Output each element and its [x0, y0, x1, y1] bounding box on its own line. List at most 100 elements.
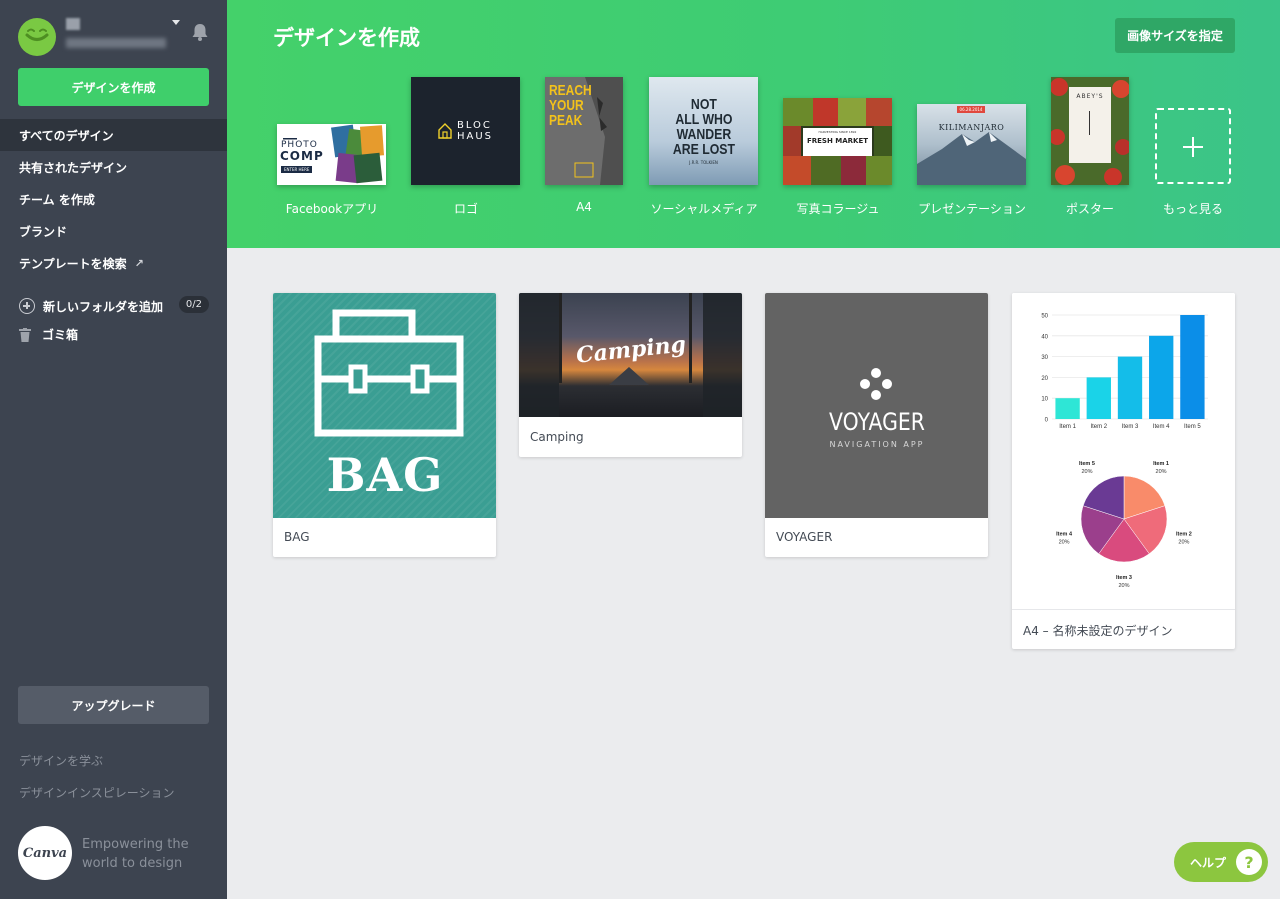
x-tick-label: Item 5 [1184, 424, 1201, 430]
pie-label: Item 4 [1056, 531, 1073, 537]
design-caption: VOYAGER [776, 530, 833, 544]
sidebar-item-all-designs[interactable]: すべてのデザイン [0, 119, 239, 151]
add-folder-button[interactable]: 新しいフォルダを追加 0/2 [0, 292, 227, 320]
design-caption: A4 – 名称未設定のデザイン [1023, 624, 1173, 638]
thumb-text: REACH [549, 82, 592, 99]
trash-icon [19, 327, 31, 342]
bar [1117, 356, 1143, 419]
thumb-text: 06.28.2014 [957, 106, 985, 113]
thumb-text: YOUR [549, 97, 584, 114]
add-circle-icon [19, 298, 35, 314]
y-tick-label: 10 [1041, 397, 1048, 403]
design-thumbnail: BAG [273, 293, 496, 518]
design-card-bag[interactable]: BAG BAG [273, 293, 496, 557]
tagline: Empowering the world to design [82, 837, 189, 871]
sidebar-item-create-team[interactable]: チーム を作成 [0, 183, 227, 215]
template-label: Facebookアプリ [285, 202, 379, 216]
pie-label: Item 5 [1079, 461, 1095, 467]
house-icon [438, 123, 452, 139]
help-label: ヘルプ [1190, 855, 1227, 870]
template-label: ソーシャルメディア [650, 202, 758, 216]
thumb-text: ALL WHO [674, 111, 733, 128]
thumb-text: KILIMANJARO [938, 123, 1005, 132]
thumb-text: FRESH MARKET [806, 137, 869, 145]
design-caption: BAG [284, 530, 310, 544]
bar [1055, 398, 1080, 419]
thumb-text: HAUS [456, 131, 494, 142]
sidebar-item-label: ブランド [19, 224, 68, 239]
thumb-text: PEAK [549, 112, 583, 129]
thumb-text: ARE LOST [672, 141, 735, 158]
pie-label: Item 3 [1116, 575, 1132, 581]
design-card-a4-untitled[interactable]: 0 10 20 30 40 50 Item 1 Item 2 Item 3 Item 4 Item … [1012, 293, 1235, 649]
sidebar-item-label: テンプレートを検索 [19, 256, 127, 271]
sidebar: デザインを作成 すべてのデザイン 共有されたデザイン チーム を作成 ブランド … [0, 0, 239, 899]
template-thumbnail: HARVESTING SINCE 1892 FRESH MARKET [783, 98, 892, 185]
thumb-text: WANDER [676, 126, 731, 143]
design-caption: Camping [530, 430, 584, 444]
briefcase-icon [314, 309, 464, 437]
thumb-text: ENTER HERE [281, 166, 313, 173]
sidebar-item-label: チーム を作成 [19, 192, 95, 207]
voyager-logo-icon [860, 368, 892, 400]
design-card-camping[interactable]: Camping Camping [519, 293, 742, 457]
template-label: A4 [576, 200, 592, 214]
design-card-voyager[interactable]: VOYAGER NAVIGATION APP VOYAGER [765, 293, 988, 557]
thumb-text: HARVESTING SINCE 1892 [818, 130, 857, 134]
upgrade-button[interactable]: アップグレード [18, 686, 209, 724]
y-tick-label: 20 [1041, 376, 1048, 382]
y-tick-label: 0 [1045, 418, 1049, 424]
pie-value-label: 20% [1178, 539, 1189, 545]
sidebar-item-label: 共有されたデザイン [19, 160, 128, 175]
pie-value-label: 20% [1059, 539, 1070, 545]
x-tick-label: Item 1 [1059, 424, 1076, 430]
learn-design-link[interactable]: デザインを学ぶ [19, 752, 103, 769]
custom-dimensions-button[interactable]: 画像サイズを指定 [1115, 18, 1235, 53]
create-design-button[interactable]: デザインを作成 [18, 68, 209, 106]
thumb-text: COMP [280, 149, 324, 163]
bell-icon[interactable] [190, 22, 210, 42]
sidebar-item-shared-designs[interactable]: 共有されたデザイン [0, 151, 227, 183]
x-tick-label: Item 2 [1090, 424, 1107, 430]
template-label: 写真コラージュ [796, 202, 880, 216]
sidebar-item-search-templates[interactable]: テンプレートを検索 ↗ [0, 247, 227, 279]
divider [1012, 609, 1235, 610]
template-thumbnail: 06.28.2014 KILIMANJARO [917, 104, 1026, 185]
template-thumbnail: PHOTO COMP ENTER HERE [277, 124, 386, 185]
canva-logo[interactable]: Canva [18, 826, 72, 880]
thumb-text: ABEY'S [1076, 93, 1104, 100]
design-thumbnail: 0 10 20 30 40 50 Item 1 Item 2 Item 3 Item 4 Item … [1012, 293, 1235, 609]
sidebar-item-brand[interactable]: ブランド [0, 215, 227, 247]
y-tick-label: 40 [1041, 334, 1048, 340]
template-label: もっと見る [1162, 202, 1223, 216]
account-dropdown-icon[interactable] [172, 20, 180, 25]
external-link-icon: ↗ [134, 256, 144, 270]
user-name-blurred [66, 18, 80, 30]
bar [1180, 315, 1205, 419]
x-tick-label: Item 4 [1153, 424, 1170, 430]
user-avatar[interactable] [18, 18, 56, 56]
plus-icon [1155, 108, 1231, 184]
y-tick-label: 30 [1041, 355, 1048, 361]
help-button[interactable]: ヘルプ ? [1174, 842, 1268, 882]
sidebar-item-trash[interactable]: ゴミ箱 [19, 326, 78, 343]
design-art-subtext: NAVIGATION APP [829, 440, 925, 449]
sidebar-item-label: すべてのデザイン [19, 128, 114, 143]
design-art-text: VOYAGER [829, 408, 925, 436]
template-thumbnail: NOT ALL WHO WANDER ARE LOST J.R.R. TOLKI… [649, 77, 758, 185]
bar [1149, 335, 1174, 419]
pie-value-label: 20% [1118, 583, 1129, 589]
bar [1086, 377, 1111, 419]
design-thumbnail: Camping [519, 293, 742, 417]
sidebar-nav: すべてのデザイン 共有されたデザイン チーム を作成 ブランド テンプレートを検… [0, 119, 239, 279]
pie-label: Item 2 [1176, 531, 1192, 537]
create-design-panel: デザインを作成 画像サイズを指定 PHOTO COMP ENTER HERE F… [227, 0, 1280, 248]
y-tick-label: 50 [1041, 314, 1048, 320]
trash-label: ゴミ箱 [42, 328, 79, 342]
pie-value-label: 20% [1081, 469, 1092, 475]
chart-svg: 0 10 20 30 40 50 Item 1 Item 2 Item 3 Item 4 Item … [1041, 314, 1208, 589]
design-inspiration-link[interactable]: デザインインスピレーション [19, 784, 175, 801]
template-thumbnail: ABEY'S [1051, 77, 1129, 185]
x-tick-label: Item 3 [1122, 424, 1139, 430]
thumb-text: BLOC [456, 120, 492, 131]
